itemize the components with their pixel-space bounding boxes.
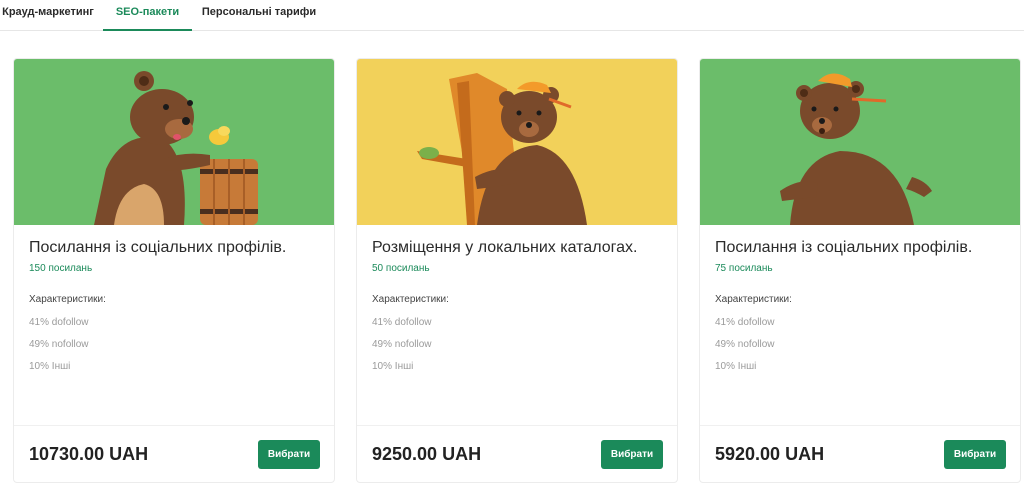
card-stat-line: 10% Інші <box>715 361 757 372</box>
tab-bar: Крауд-маркетинг SEO-пакети Персональні т… <box>0 0 1024 31</box>
card-stat-line: 49% nofollow <box>29 339 89 350</box>
card-characteristics-label: Характеристики: <box>715 294 792 305</box>
card-price: 5920.00 UAH <box>715 444 825 464</box>
card-characteristics-label: Характеристики: <box>372 294 449 305</box>
card-divider <box>700 425 1020 426</box>
bear-with-honey-barrel-illustration <box>14 59 334 225</box>
card-title: Розміщення у локальних каталогах. <box>372 239 638 256</box>
card-link-count: 50 посилань <box>372 263 430 274</box>
card-price: 10730.00 UAH <box>29 444 149 464</box>
card-stat-line: 49% nofollow <box>372 339 432 350</box>
package-card: Посилання із соціальних профілів. 150 по… <box>13 58 335 483</box>
card-stat-line: 41% dofollow <box>715 317 775 328</box>
card-divider <box>357 425 677 426</box>
tab-seo-packages[interactable]: SEO-пакети <box>103 0 192 31</box>
card-title: Посилання із соціальних профілів. <box>715 239 973 256</box>
select-button[interactable]: Вибрати <box>601 440 663 469</box>
tab-personal-tariffs[interactable]: Персональні тарифи <box>199 0 319 31</box>
card-stat-line: 41% dofollow <box>29 317 89 328</box>
card-divider <box>14 425 334 426</box>
package-card: Розміщення у локальних каталогах. 50 пос… <box>356 58 678 483</box>
tab-crowd-marketing[interactable]: Крауд-маркетинг <box>0 0 96 31</box>
card-price: 9250.00 UAH <box>372 444 482 464</box>
bear-hugging-tree-illustration <box>357 59 677 225</box>
card-title: Посилання із соціальних профілів. <box>29 239 287 256</box>
package-card: Посилання із соціальних профілів. 75 пос… <box>699 58 1021 483</box>
card-characteristics-label: Характеристики: <box>29 294 106 305</box>
card-link-count: 75 посилань <box>715 263 773 274</box>
select-button[interactable]: Вибрати <box>258 440 320 469</box>
card-stat-line: 41% dofollow <box>372 317 432 328</box>
select-button[interactable]: Вибрати <box>944 440 1006 469</box>
card-stat-line: 10% Інші <box>372 361 414 372</box>
bear-with-cap-illustration <box>700 59 1020 225</box>
card-stat-line: 49% nofollow <box>715 339 775 350</box>
card-link-count: 150 посилань <box>29 263 93 274</box>
card-stat-line: 10% Інші <box>29 361 71 372</box>
